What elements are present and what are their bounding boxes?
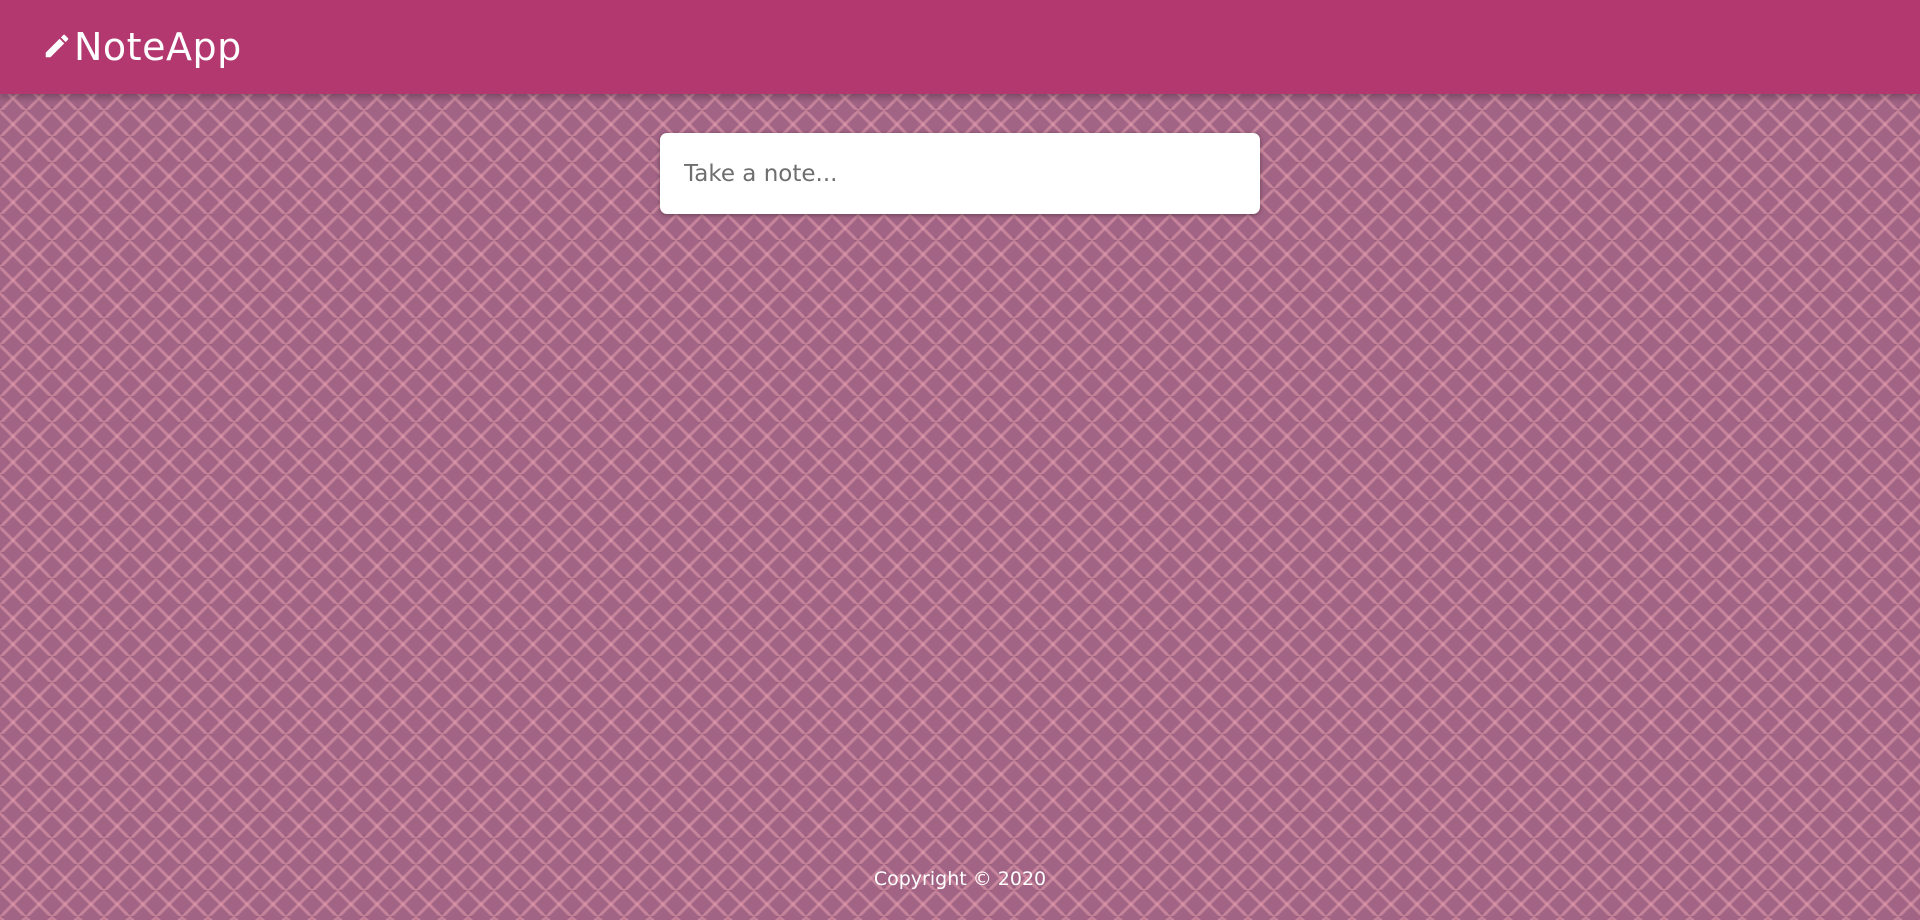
pencil-icon xyxy=(42,31,72,61)
app-brand[interactable]: NoteApp xyxy=(42,25,242,69)
copyright-footer: Copyright © 2020 xyxy=(873,868,1047,890)
note-composer[interactable] xyxy=(660,133,1260,214)
note-input[interactable] xyxy=(684,160,1236,187)
app-header: NoteApp xyxy=(0,0,1920,94)
app-title: NoteApp xyxy=(74,25,242,69)
